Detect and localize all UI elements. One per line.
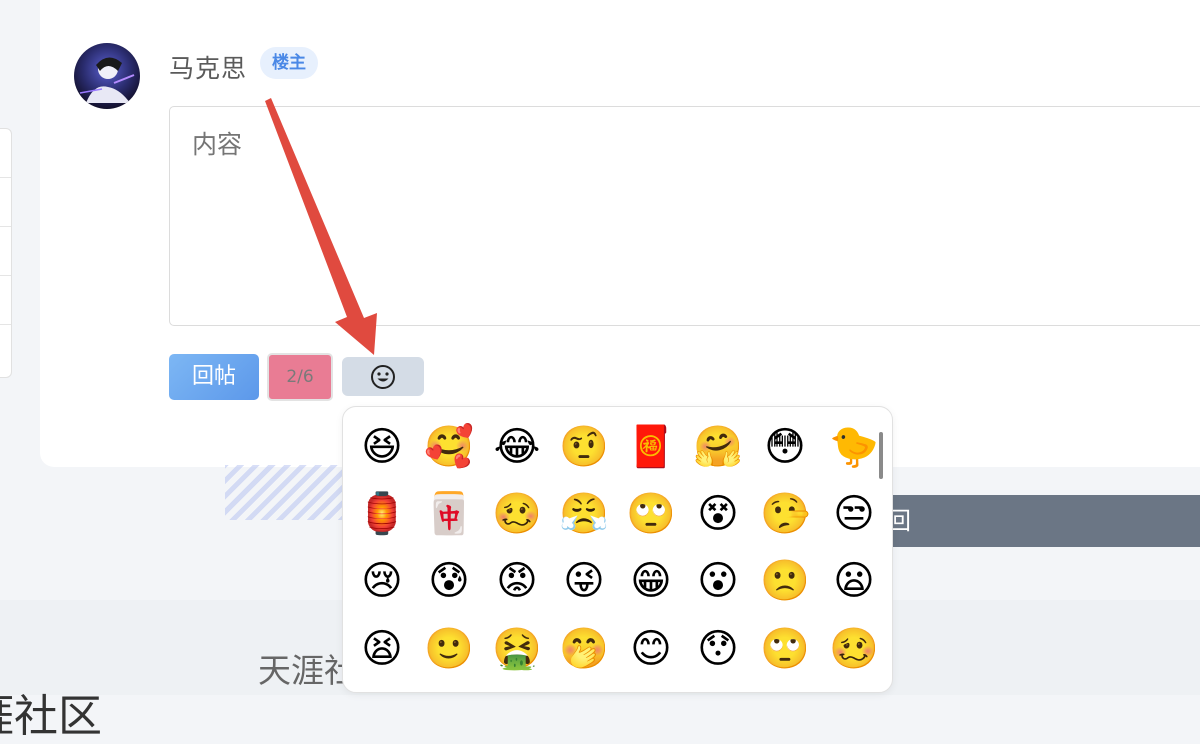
emoji-item[interactable]: 🤥 <box>754 483 816 545</box>
emoji-item[interactable]: 🏮 <box>351 483 413 545</box>
emoji-item[interactable]: 🙄 <box>620 483 682 545</box>
emoji-item[interactable]: 🥴 <box>823 618 885 680</box>
emoji-item[interactable]: 🙂 <box>418 618 480 680</box>
emoji-item[interactable]: 😡 <box>486 550 548 612</box>
emoji-item[interactable]: 🤭 <box>553 618 615 680</box>
emoji-item[interactable]: 😜 <box>553 550 615 612</box>
smiley-face-icon <box>371 364 395 389</box>
emoji-item[interactable]: 😒 <box>823 483 885 545</box>
emoji-item[interactable]: 🀄 <box>418 483 480 545</box>
emoji-item[interactable]: 🧧 <box>620 416 682 478</box>
emoji-item[interactable]: 😰 <box>418 550 480 612</box>
emoji-item[interactable]: 😵 <box>687 483 749 545</box>
emoji-button[interactable] <box>342 357 424 396</box>
emoji-item[interactable]: 🥰 <box>418 416 480 478</box>
emoji-item[interactable]: 😦 <box>823 550 885 612</box>
owner-badge: 楼主 <box>260 47 318 79</box>
username[interactable]: 马克思 <box>169 49 247 85</box>
emoji-item[interactable]: 🤨 <box>553 416 615 478</box>
emoji-item[interactable]: 😯 <box>687 618 749 680</box>
side-list-panel <box>0 128 12 378</box>
side-list-divider <box>0 177 11 178</box>
background-action-bar: 回 <box>860 495 1200 547</box>
image-upload-count[interactable]: 2/6 <box>267 353 333 401</box>
emoji-item[interactable]: 😫 <box>351 618 413 680</box>
side-list-divider <box>0 324 11 325</box>
emoji-item[interactable]: 🙁 <box>754 550 816 612</box>
emoji-item[interactable]: 😮 <box>687 550 749 612</box>
emoji-item[interactable]: 😊 <box>620 618 682 680</box>
emoji-item[interactable]: 😳 <box>754 416 816 478</box>
emoji-item[interactable]: 🙄 <box>754 618 816 680</box>
reply-button[interactable]: 回帖 <box>169 354 259 400</box>
emoji-item[interactable]: 🐤 <box>823 416 885 478</box>
emoji-item[interactable]: 😁 <box>620 550 682 612</box>
emoji-item[interactable]: 🥴 <box>486 483 548 545</box>
emoji-item[interactable]: 🤗 <box>687 416 749 478</box>
emoji-item[interactable]: 😤 <box>553 483 615 545</box>
emoji-item[interactable]: 😢 <box>351 550 413 612</box>
emoji-item[interactable]: 🤮 <box>486 618 548 680</box>
reply-content-input[interactable] <box>169 106 1200 326</box>
avatar[interactable] <box>74 43 140 109</box>
emoji-item[interactable]: 😆 <box>351 416 413 478</box>
emoji-item[interactable]: 😂 <box>486 416 548 478</box>
emoji-picker-scrollbar[interactable] <box>879 432 883 479</box>
decorative-stripes <box>225 465 345 520</box>
footer-site-name: 涯社区 <box>0 691 102 742</box>
emoji-picker-panel: 😆 🥰 😂 🤨 🧧 🤗 😳 🐤 🏮 🀄 🥴 😤 🙄 😵 🤥 😒 😢 😰 😡 😜 😁 😮 🙁 😦 😫 🙂 🤮 🤭 😊 😯 🙄 🥴 <box>342 406 893 693</box>
side-list-divider <box>0 275 11 276</box>
side-list-divider <box>0 226 11 227</box>
avatar-image <box>74 43 140 109</box>
